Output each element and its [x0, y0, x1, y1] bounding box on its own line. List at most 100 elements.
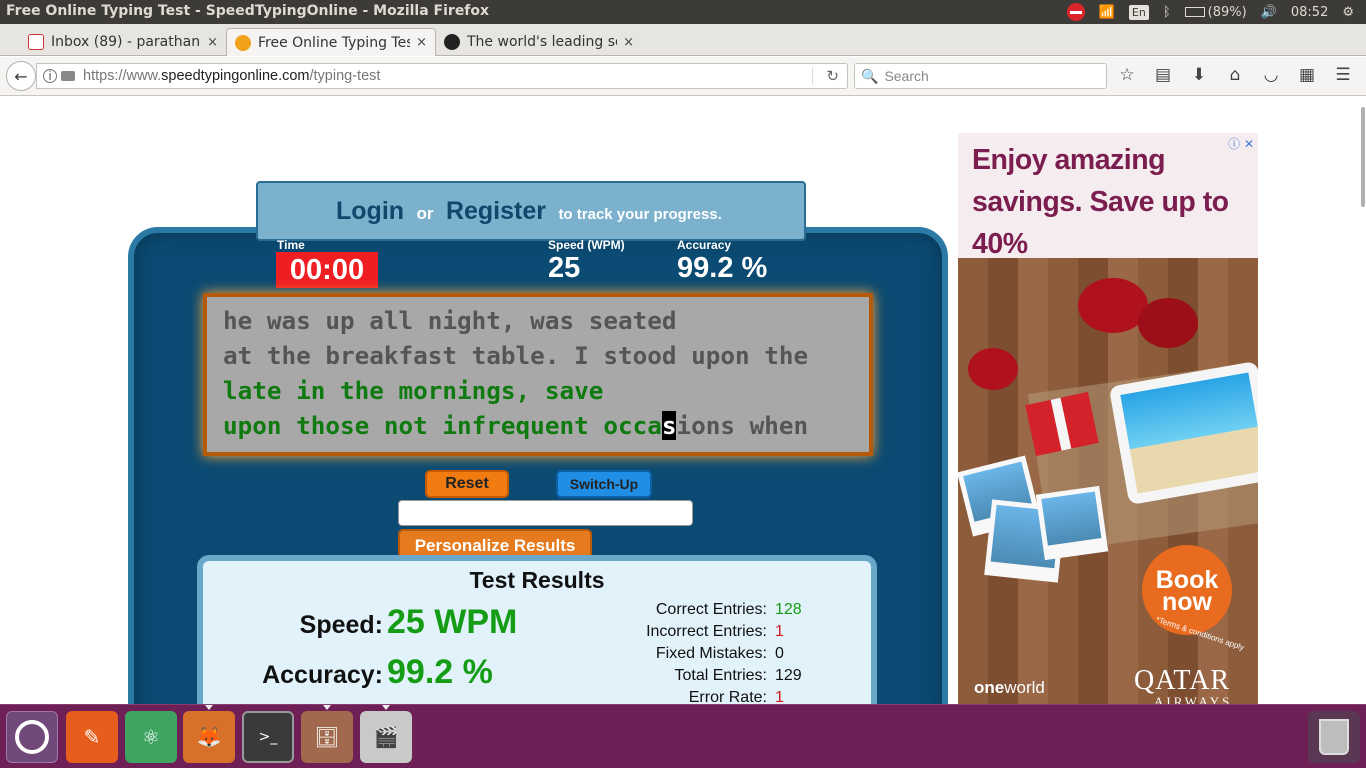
terminal-app-button[interactable]: >_: [242, 711, 294, 763]
results-accuracy-value: 99.2 %: [387, 653, 493, 691]
do-not-disturb-icon[interactable]: [1066, 3, 1085, 21]
accuracy-label: Accuracy: [677, 238, 732, 252]
window-title: Free Online Typing Test - SpeedTypingOnl…: [6, 3, 490, 19]
close-tab-icon[interactable]: ×: [207, 35, 218, 50]
bookmark-star-icon[interactable]: ☆: [1116, 65, 1138, 85]
correct-entries-row: Correct Entries: 128: [655, 601, 802, 618]
page-scrollbar[interactable]: [1360, 97, 1366, 704]
typing-passage[interactable]: he was up all night, was seated at the b…: [203, 293, 873, 456]
tab-github[interactable]: The world's leading so ×: [436, 28, 642, 56]
reload-icon[interactable]: ↻: [826, 67, 839, 85]
search-placeholder: Search: [884, 68, 929, 84]
feather-app-button[interactable]: ✎: [66, 711, 118, 763]
files-app-button[interactable]: 🗄: [301, 705, 353, 763]
ad-tablet-screen: [1120, 372, 1258, 494]
lock-icon: [61, 71, 75, 81]
ad-header: Enjoy amazing savings. Save up to 40% ⓘ …: [958, 133, 1258, 260]
error-rate-row: Error Rate: 1: [688, 689, 784, 704]
reset-button[interactable]: Reset: [425, 470, 509, 498]
clock[interactable]: 08:52: [1291, 5, 1328, 20]
ad-headline: Enjoy amazing savings. Save up to 40%: [972, 144, 1229, 260]
ad-info-close-icon[interactable]: ⓘ ✕: [1228, 135, 1254, 152]
atom-icon: ⚛: [142, 725, 160, 749]
power-gear-icon[interactable]: ⚙: [1342, 5, 1354, 20]
test-results-panel: Test Results Speed: 25 WPM Accuracy: 99.…: [197, 555, 877, 704]
trash-icon: [1319, 719, 1349, 755]
speed-value: 25: [548, 252, 581, 284]
keyboard-layout-indicator[interactable]: En: [1128, 4, 1149, 20]
firefox-icon: 🦊: [196, 725, 222, 749]
trash-button[interactable]: [1308, 711, 1360, 763]
back-button[interactable]: ←: [6, 61, 36, 91]
passage-line-current: upon those not infrequent occasions when: [223, 408, 853, 443]
menu-icon[interactable]: ☰: [1332, 65, 1354, 85]
battery-indicator[interactable]: (89%): [1184, 5, 1247, 20]
timer: 00:00: [276, 252, 378, 288]
speed-label: Speed (WPM): [548, 238, 625, 252]
tab-label: Free Online Typing Tes: [258, 34, 411, 51]
ubuntu-logo-icon: [15, 720, 49, 754]
search-input[interactable]: 🔍 Search: [854, 63, 1107, 89]
running-indicator: [323, 705, 331, 710]
system-tray: 📶 En ᛒ (89%) 🔊 08:52 ⚙: [1066, 3, 1354, 21]
toolbar-icons: ☆ ▤ ⬇ ⌂ ◡ ▦ ☰: [1116, 65, 1354, 85]
page-content: Login or Register to track your progress…: [0, 97, 1366, 704]
firefox-app-button[interactable]: 🦊: [183, 705, 235, 763]
search-icon: 🔍: [861, 67, 879, 84]
gmail-icon: [28, 34, 44, 50]
login-banner: Login or Register to track your progress…: [256, 181, 806, 241]
top-panel: Free Online Typing Test - SpeedTypingOnl…: [0, 0, 1366, 24]
tab-label: Inbox (89) - parathanli: [51, 34, 202, 50]
switch-up-button[interactable]: Switch-Up: [556, 470, 652, 498]
incorrect-entries-row: Incorrect Entries: 1: [646, 623, 784, 640]
wifi-icon[interactable]: 📶: [1099, 5, 1115, 20]
results-speed-value: 25 WPM: [387, 603, 518, 641]
downloads-icon[interactable]: ⬇: [1188, 65, 1210, 85]
ad-rose-image: [968, 348, 1018, 390]
speedtyping-icon: [235, 34, 251, 51]
atom-app-button[interactable]: ⚛: [125, 711, 177, 763]
video-editor-app-button[interactable]: 🎬: [360, 705, 412, 763]
bluetooth-icon[interactable]: ᛒ: [1163, 5, 1171, 20]
tab-strip: Inbox (89) - parathanli × Free Online Ty…: [0, 24, 1366, 75]
url-bar[interactable]: i https://www.speedtypingonline.com/typi…: [36, 63, 848, 89]
volume-icon[interactable]: 🔊: [1261, 5, 1277, 20]
passage-line-typed: late in the mornings, save: [223, 376, 604, 405]
scroll-thumb[interactable]: [1361, 107, 1365, 207]
close-tab-icon[interactable]: ×: [623, 35, 634, 50]
battery-icon: [1184, 7, 1205, 17]
qatar-logo: QATAR: [1134, 665, 1231, 696]
back-arrow-icon: ←: [14, 66, 28, 86]
login-link[interactable]: Login: [336, 197, 404, 225]
track-progress-text: to track your progress.: [558, 206, 722, 223]
reading-list-icon[interactable]: ▤: [1152, 65, 1174, 85]
ubuntu-dash-button[interactable]: [6, 711, 58, 763]
airways-text: AIRWAYS: [1154, 694, 1233, 704]
remaining-text: ions when: [676, 411, 809, 440]
typing-input[interactable]: [398, 500, 693, 526]
close-tab-icon[interactable]: ×: [416, 35, 427, 50]
tab-typing-test[interactable]: Free Online Typing Tes ×: [226, 28, 436, 56]
url-separator: [812, 67, 813, 85]
register-link[interactable]: Register: [446, 197, 546, 225]
running-indicator: [382, 705, 390, 710]
cursor-char: s: [661, 411, 677, 440]
passage-line: at the breakfast table. I stood upon the: [223, 341, 809, 370]
now-text: now: [1162, 588, 1212, 616]
home-icon[interactable]: ⌂: [1224, 65, 1246, 85]
results-title: Test Results: [469, 567, 605, 593]
accuracy-value: 99.2 %: [677, 252, 768, 284]
site-info-icon[interactable]: i: [43, 69, 57, 83]
results-accuracy-label: Accuracy:: [262, 661, 383, 689]
ad-tablet-image: [1108, 360, 1258, 506]
total-entries-row: Total Entries: 129: [674, 667, 802, 684]
extension-icon[interactable]: ▦: [1296, 65, 1318, 85]
tab-label: The world's leading so: [467, 34, 618, 50]
advertisement[interactable]: Enjoy amazing savings. Save up to 40% ⓘ …: [958, 133, 1258, 704]
tab-gmail[interactable]: Inbox (89) - parathanli ×: [20, 28, 226, 56]
oneworld-logo: oneworld: [974, 678, 1045, 697]
results-speed-label: Speed:: [299, 611, 383, 639]
pocket-icon[interactable]: ◡: [1260, 65, 1282, 85]
fixed-mistakes-row: Fixed Mistakes: 0: [655, 645, 784, 662]
ad-photo-screen: [1041, 491, 1102, 546]
